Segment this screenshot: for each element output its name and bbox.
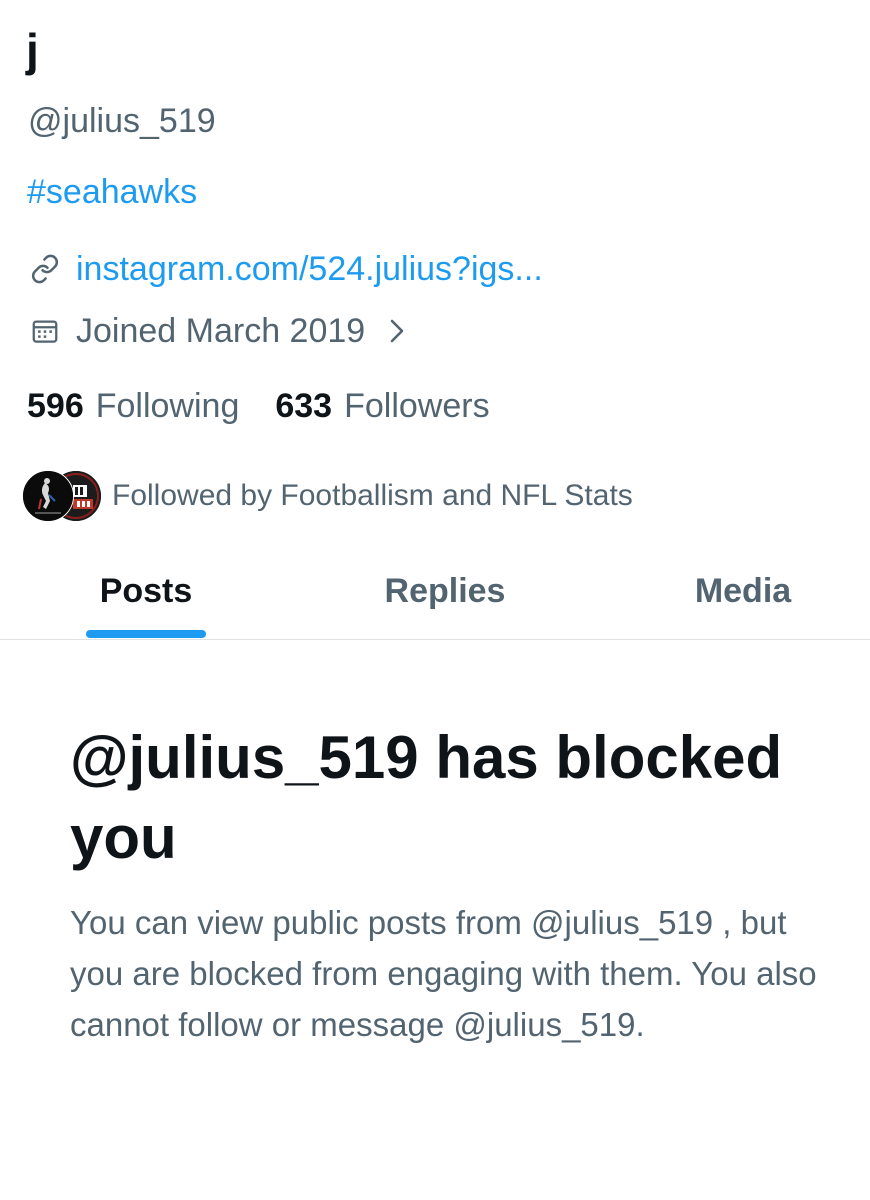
following-stat-link[interactable]: 596 Following (27, 384, 239, 428)
followed-by-row[interactable]: Followed by Footballism and NFL Stats (22, 470, 633, 522)
followed-by-text: Followed by Footballism and NFL Stats (112, 479, 633, 512)
footballism-avatar (22, 470, 74, 522)
joined-date-row[interactable]: Joined March 2019 (28, 309, 411, 353)
followed-by-avatars (22, 470, 102, 522)
bio-hashtag-link[interactable]: #seahawks (27, 170, 197, 214)
profile-handle: @julius_519 (28, 102, 216, 140)
blocked-title: @julius_519 has blocked you (70, 724, 783, 871)
followers-count: 633 (275, 387, 333, 425)
profile-tabs: Posts Replies Media (0, 553, 870, 640)
profile-website-link[interactable]: instagram.com/524.julius?igs... (28, 247, 543, 291)
blocked-message: You can view public posts from @julius_5… (70, 904, 817, 1043)
following-count: 596 (27, 387, 84, 425)
following-label: Following (95, 387, 240, 425)
followers-label: Followers (344, 387, 490, 425)
follow-stats: 596 Following 633 Followers (27, 384, 526, 428)
profile-display-name: j (26, 24, 39, 76)
tab-posts[interactable]: Posts (0, 553, 292, 639)
website-link-text[interactable]: instagram.com/524.julius?igs... (76, 247, 543, 291)
chevron-right-icon[interactable] (389, 316, 411, 346)
tab-media[interactable]: Media (598, 553, 870, 639)
link-icon (28, 252, 62, 286)
active-tab-indicator (86, 630, 206, 638)
joined-date-text: Joined March 2019 (76, 312, 366, 350)
tab-replies[interactable]: Replies (300, 553, 590, 639)
calendar-icon (28, 314, 62, 348)
followers-stat-link[interactable]: 633 Followers (275, 384, 489, 428)
